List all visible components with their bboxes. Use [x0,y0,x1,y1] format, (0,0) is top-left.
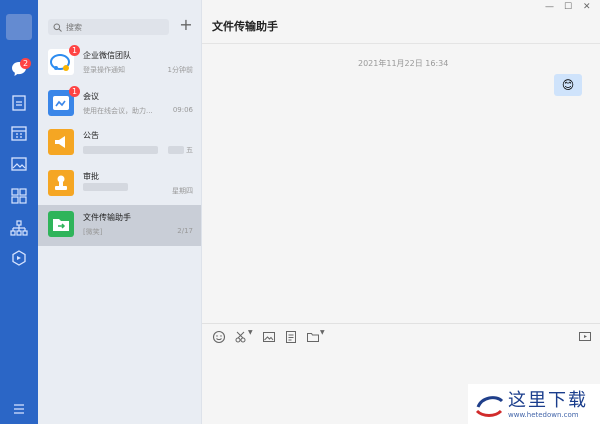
item-time: 五 [186,146,193,154]
message-bubble[interactable]: 😊 [554,74,582,96]
item-title: 审批 [83,172,99,181]
screen-share-icon[interactable] [578,329,592,343]
workbench-icon[interactable] [10,249,28,267]
list-item[interactable]: 1 会议 使用在线会议，助力... 09:06 [38,84,201,125]
item-title: 会议 [83,92,99,101]
search-icon [53,23,62,32]
item-title: 文件传输助手 [83,213,131,222]
org-chart-icon[interactable] [10,219,28,237]
unread-badge: 1 [69,45,80,56]
item-time: 星期四 [172,187,193,195]
list-item[interactable]: 审批 星期四 [38,164,201,205]
avatar[interactable] [6,14,32,40]
close-icon[interactable]: ✕ [583,2,591,12]
item-time: 1分钟前 [167,66,193,74]
search-placeholder: 搜索 [66,22,82,32]
item-time: 2/17 [177,227,193,235]
blurred-time [168,146,184,154]
list-item[interactable]: 1 企业微信团队 登录操作通知 1分钟前 [38,43,201,84]
item-title: 企业微信团队 [83,51,131,60]
item-title: 公告 [83,131,99,140]
scissors-icon[interactable] [234,329,248,343]
apps-grid-icon[interactable] [10,187,28,205]
maximize-icon[interactable]: ☐ [564,2,572,12]
chat-title: 文件传输助手 [212,20,278,33]
blurred-preview [83,183,128,191]
item-time: 09:06 [172,106,193,114]
menu-icon[interactable] [10,400,28,418]
document-icon[interactable] [284,329,298,343]
calendar-icon[interactable] [10,124,28,142]
search-box[interactable]: 搜索 [48,19,169,35]
list-item[interactable]: 公告 五 [38,123,201,164]
conversation-list: 搜索 + 1 企业微信团队 登录操作通知 1分钟前 1 会议 使用在线会议，助力… [38,0,202,424]
watermark: 这里下载 www.hetedown.com [468,384,600,424]
list-item-selected[interactable]: 文件传输助手 [微笑] 2/17 [38,205,201,246]
file-transfer-icon [48,211,74,237]
sidebar: 2 [0,0,38,424]
divider [202,43,600,44]
item-subtitle: 使用在线会议，助力... [83,107,153,115]
smile-emoji: 😊 [561,78,575,92]
message-date: 2021年11月22日 16:34 [358,59,449,68]
emoji-icon[interactable] [212,329,226,344]
blurred-preview [83,146,158,154]
watermark-url: www.hetedown.com [508,411,579,419]
gallery-icon[interactable] [10,155,28,173]
item-subtitle: [微笑] [83,228,103,236]
unread-badge: 1 [69,86,80,97]
chat-panel: 文件传输助手 — ☐ ✕ 2021年11月22日 16:34 😊 ▼ ▼ [202,0,600,424]
chevron-down-icon[interactable]: ▼ [320,329,334,343]
contacts-icon[interactable] [10,94,28,112]
minimize-icon[interactable]: — [545,2,554,12]
announcement-icon [48,129,74,155]
add-button[interactable]: + [178,16,194,34]
divider [202,323,600,324]
approval-icon [48,170,74,196]
watermark-logo-icon [475,396,504,417]
folder-icon[interactable] [306,329,320,343]
watermark-title: 这里下载 [508,390,588,411]
chevron-down-icon[interactable]: ▼ [248,329,262,343]
item-subtitle: 登录操作通知 [83,66,125,74]
image-icon[interactable] [262,329,276,343]
chat-badge: 2 [20,58,31,69]
